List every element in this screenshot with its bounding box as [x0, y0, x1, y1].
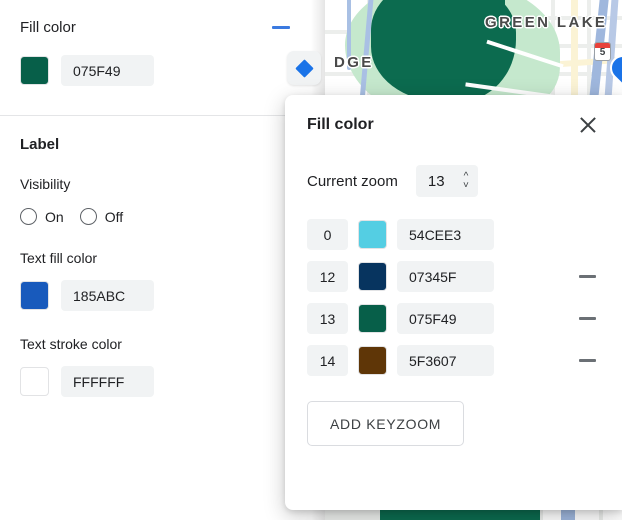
text-stroke-color-row: FFFFFF: [20, 366, 290, 397]
dialog-title: Fill color: [307, 116, 374, 133]
fill-color-swatch[interactable]: [20, 56, 49, 85]
current-zoom-spinner: ^ ˅: [463, 172, 469, 191]
screen-root: GREEN LAKE DGE 5 a a Fill color 075F49: [0, 0, 622, 520]
add-keyzoom-button[interactable]: ADD KEYZOOM: [307, 401, 465, 446]
table-row: 12 07345F: [307, 261, 600, 292]
fill-color-remove-button[interactable]: [270, 16, 292, 38]
style-editor-content: Fill color 075F49 Label Visibility On Of…: [0, 17, 310, 520]
text-fill-color-row: 185ABC: [20, 280, 290, 311]
fill-color-dialog: Fill color Current zoom 13 ^ ˅ 0 54CEE3: [285, 95, 622, 510]
keyzoom-level-input[interactable]: 14: [307, 345, 348, 376]
keyzoom-toggle-button[interactable]: [287, 51, 321, 85]
fill-color-hex-input[interactable]: 075F49: [61, 55, 154, 86]
text-stroke-color-swatch[interactable]: [20, 367, 49, 396]
keyzoom-hex-input[interactable]: 54CEE3: [397, 219, 494, 250]
chevron-up-icon[interactable]: ^: [464, 172, 469, 182]
keyzoom-color-swatch[interactable]: [358, 346, 387, 375]
keyzoom-remove-button[interactable]: [574, 306, 600, 332]
keyzoom-level-input[interactable]: 0: [307, 219, 348, 250]
label-section-title: Label: [20, 136, 60, 153]
visibility-radio-group: On Off: [20, 208, 290, 225]
current-zoom-stepper[interactable]: 13 ^ ˅: [415, 165, 478, 197]
visibility-label: Visibility: [20, 176, 71, 192]
keyzoom-remove-button[interactable]: [574, 264, 600, 290]
text-fill-color-label: Text fill color: [20, 250, 98, 266]
dialog-header: Fill color: [285, 95, 622, 137]
keyzoom-color-swatch[interactable]: [358, 304, 387, 333]
keyzoom-remove-button[interactable]: [574, 348, 600, 374]
diamond-icon: [294, 58, 314, 78]
close-icon[interactable]: [576, 113, 600, 137]
fill-color-title: Fill color: [20, 18, 76, 36]
table-row: 14 5F3607: [307, 345, 600, 376]
keyzoom-list: 0 54CEE3 12 07345F 13 075F49 14 5F3607: [285, 197, 622, 376]
visibility-radio-on-label: On: [45, 208, 64, 225]
style-editor-panel: Fill color 075F49 Label Visibility On Of…: [0, 0, 325, 520]
keyzoom-color-swatch[interactable]: [358, 262, 387, 291]
visibility-radio-off[interactable]: Off: [79, 208, 124, 225]
text-fill-color-hex-input[interactable]: 185ABC: [61, 280, 154, 311]
fill-color-header: Fill color: [20, 17, 290, 37]
keyzoom-hex-input[interactable]: 07345F: [397, 261, 494, 292]
chevron-down-icon[interactable]: ˅: [463, 181, 469, 191]
table-row: 13 075F49: [307, 303, 600, 334]
current-zoom-row: Current zoom 13 ^ ˅: [285, 137, 622, 197]
map-label-green-lake: GREEN LAKE: [485, 14, 608, 31]
current-zoom-value: 13: [427, 172, 445, 190]
fill-color-value-row: 075F49: [20, 55, 290, 86]
radio-circle-icon: [79, 208, 97, 225]
text-stroke-color-label: Text stroke color: [20, 336, 122, 352]
keyzoom-hex-input[interactable]: 5F3607: [397, 345, 494, 376]
minus-icon: [578, 317, 596, 320]
text-stroke-color-hex-input[interactable]: FFFFFF: [61, 366, 154, 397]
minus-icon: [578, 359, 596, 362]
minus-icon: [272, 25, 290, 29]
section-divider: [0, 115, 310, 116]
visibility-radio-off-label: Off: [104, 208, 124, 225]
keyzoom-level-input[interactable]: 13: [307, 303, 348, 334]
map-label-dge: DGE: [334, 54, 374, 71]
current-zoom-label: Current zoom: [307, 172, 398, 190]
visibility-radio-on[interactable]: On: [20, 208, 64, 225]
keyzoom-color-swatch[interactable]: [358, 220, 387, 249]
table-row: 0 54CEE3: [307, 219, 600, 250]
add-keyzoom-wrap: ADD KEYZOOM: [285, 387, 622, 446]
keyzoom-hex-input[interactable]: 075F49: [397, 303, 494, 334]
text-fill-color-swatch[interactable]: [20, 281, 49, 310]
highway-shield-icon: 5: [594, 42, 611, 61]
minus-icon: [578, 275, 596, 278]
keyzoom-level-input[interactable]: 12: [307, 261, 348, 292]
radio-circle-icon: [20, 208, 37, 225]
